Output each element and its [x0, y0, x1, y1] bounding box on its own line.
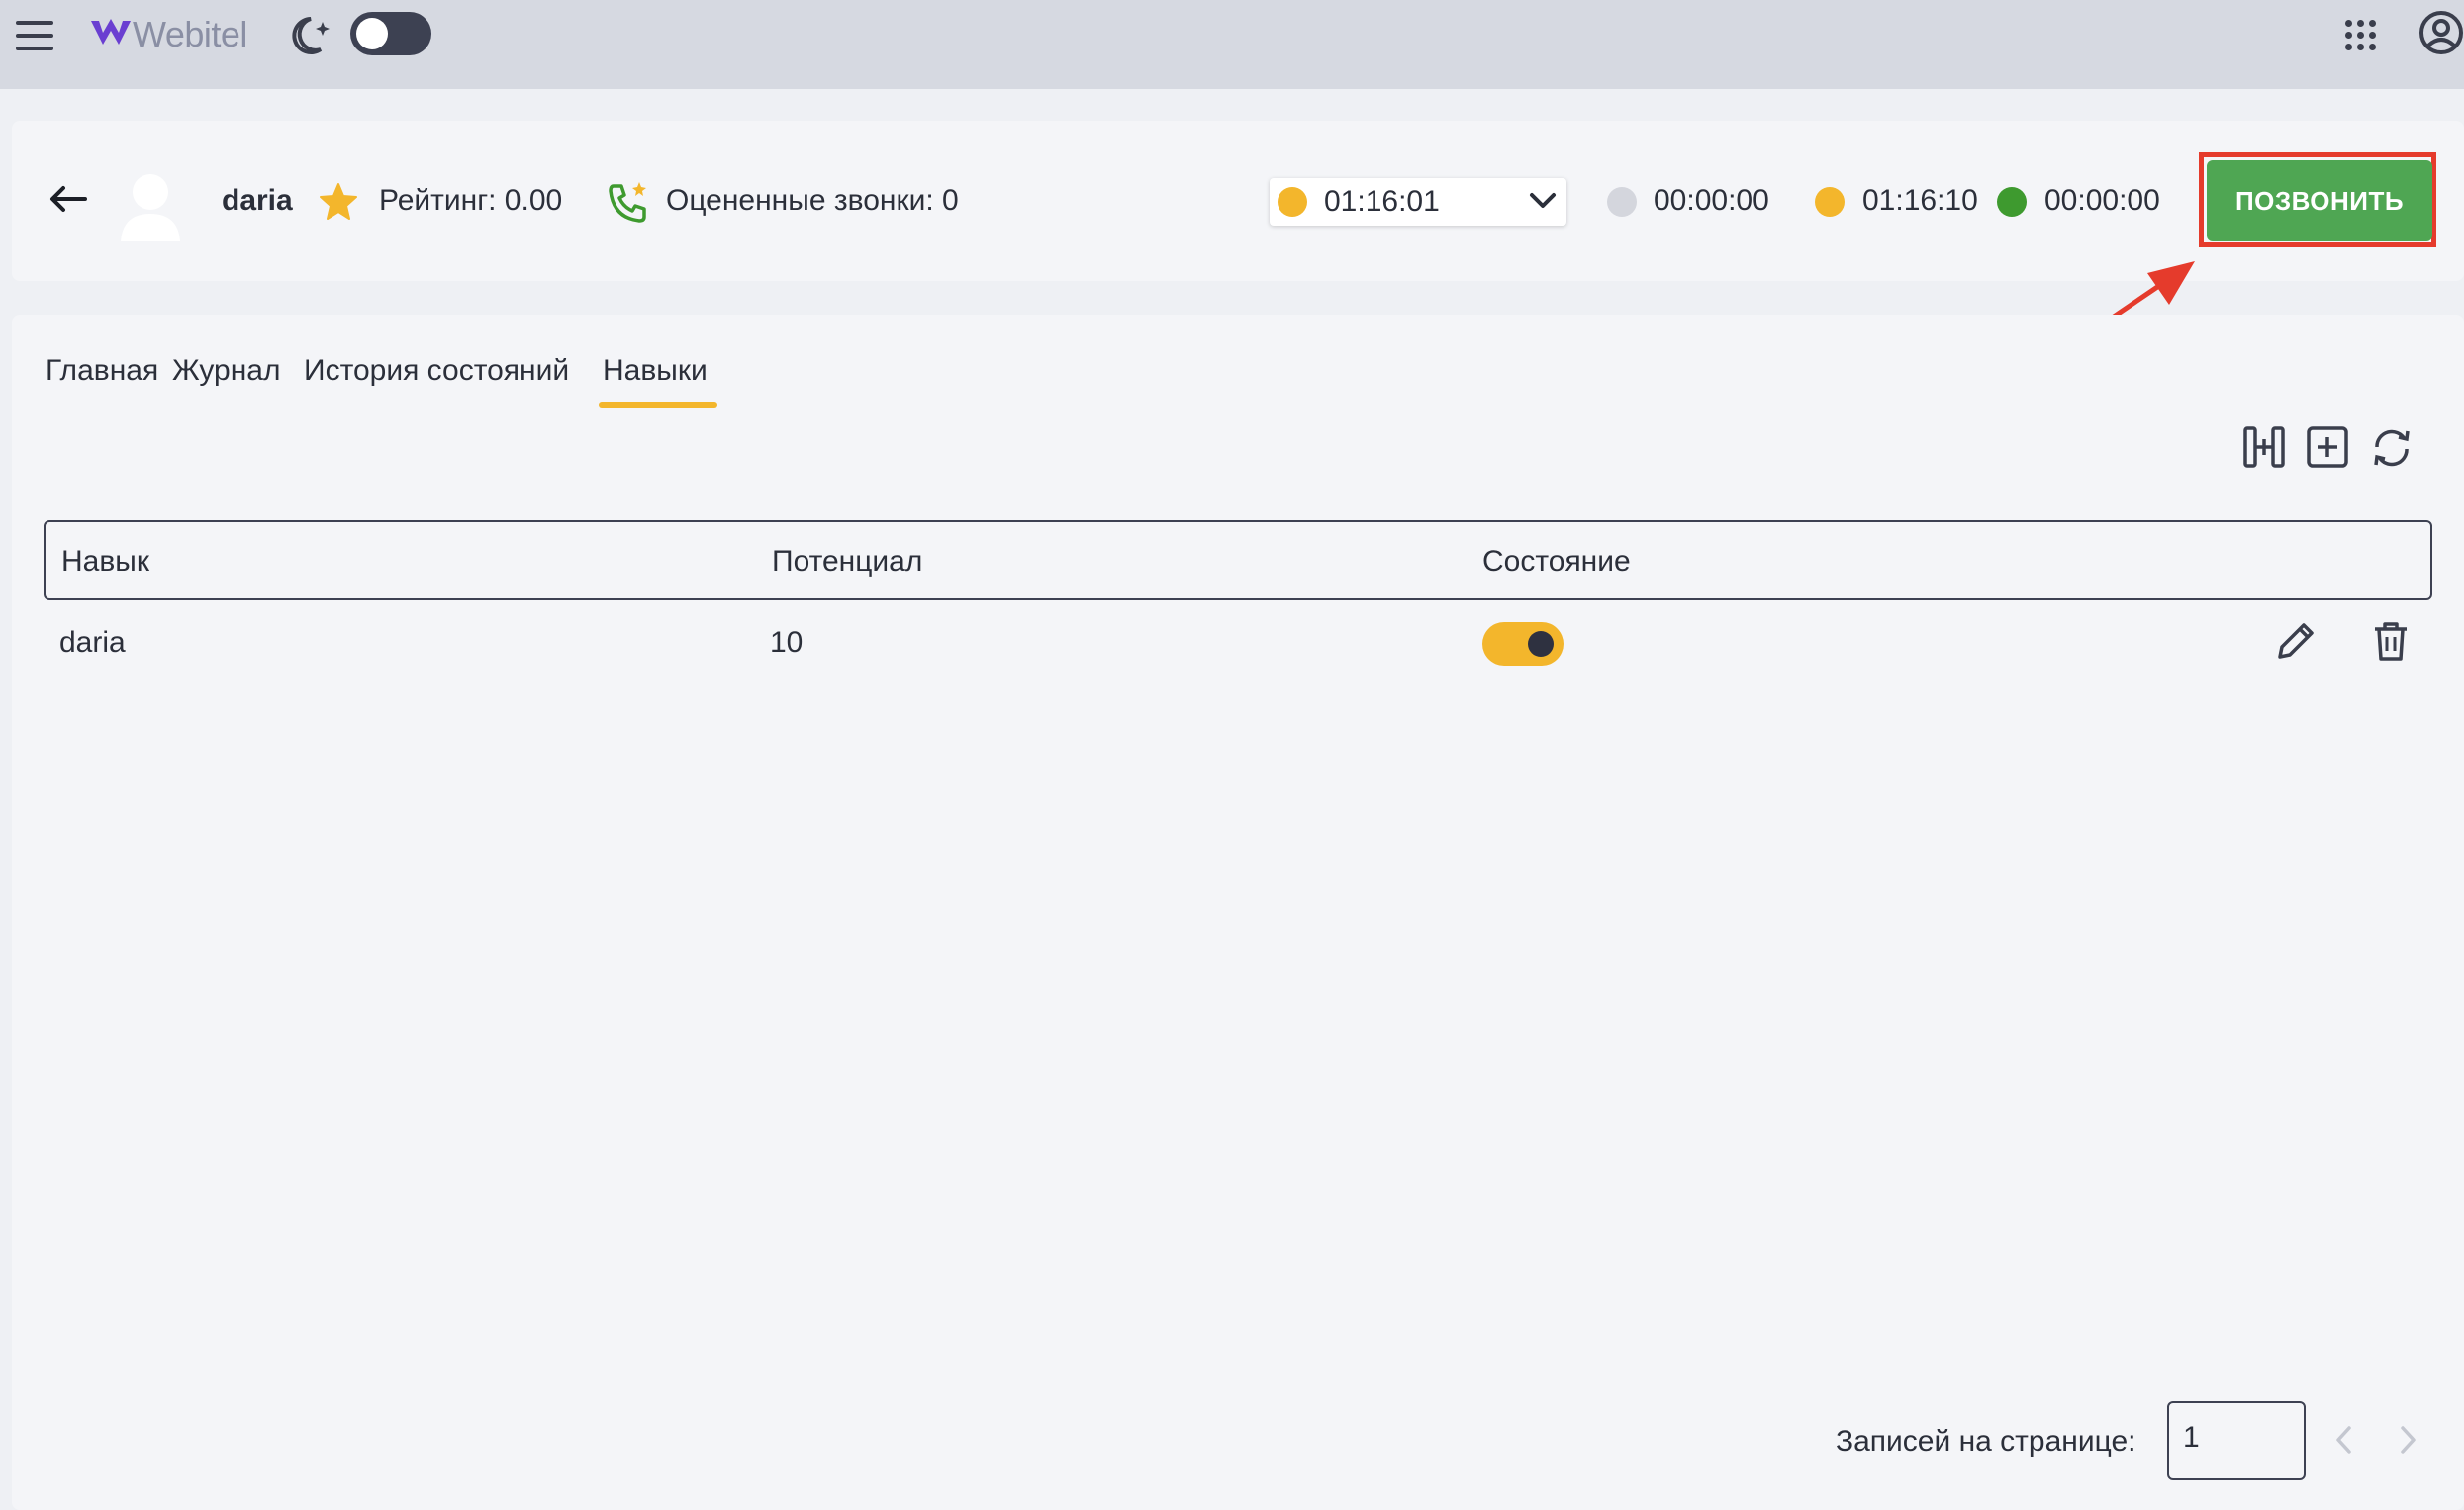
timer-pause: 01:16:10 — [1862, 184, 1978, 217]
add-icon[interactable] — [2306, 425, 2349, 469]
per-page-input[interactable]: 1 — [2167, 1401, 2306, 1480]
chevron-down-icon — [1529, 190, 1557, 212]
next-page-icon[interactable] — [2395, 1423, 2420, 1457]
back-arrow-icon[interactable] — [47, 184, 87, 214]
phone-star-icon — [606, 180, 651, 226]
tab-journal[interactable]: Журнал — [172, 354, 280, 388]
timer-dot-offline — [1607, 187, 1637, 217]
agent-name: daria — [222, 184, 293, 217]
avatar — [119, 170, 182, 243]
timer-dot-online — [1997, 187, 2027, 217]
row-potential: 10 — [770, 626, 804, 659]
rating-label: Рейтинг: 0.00 — [379, 184, 563, 217]
user-account-icon[interactable] — [2418, 10, 2464, 55]
table-header — [44, 520, 2432, 600]
timer-offline: 00:00:00 — [1654, 184, 1769, 217]
tab-skills[interactable]: Навыки — [603, 354, 708, 388]
tab-state-history[interactable]: История состояний — [304, 354, 569, 388]
theme-toggle[interactable] — [350, 12, 431, 55]
refresh-icon[interactable] — [2369, 425, 2415, 471]
webitel-logo[interactable]: Webitel — [89, 14, 247, 55]
rated-calls-label: Оцененные звонки: 0 — [666, 184, 959, 217]
column-settings-icon[interactable] — [2242, 425, 2286, 469]
call-button[interactable]: ПОЗВОНИТЬ — [2207, 160, 2432, 241]
moon-icon[interactable] — [291, 12, 336, 57]
row-state-toggle[interactable] — [1482, 622, 1564, 666]
row-skill: daria — [59, 626, 126, 659]
logo-mark-icon — [89, 15, 133, 54]
prev-page-icon[interactable] — [2331, 1423, 2357, 1457]
status-dot — [1278, 187, 1307, 217]
logo-text: Webitel — [133, 14, 247, 54]
edit-icon[interactable] — [2274, 619, 2318, 663]
status-select-time: 01:16:01 — [1324, 185, 1440, 218]
tab-main[interactable]: Главная — [46, 354, 158, 388]
delete-icon[interactable] — [2371, 619, 2411, 663]
skills-panel — [12, 315, 2464, 1510]
active-tab-indicator — [599, 402, 717, 408]
apps-grid-icon[interactable] — [2345, 20, 2377, 51]
menu-icon[interactable] — [14, 16, 57, 55]
row-state-toggle-knob — [1528, 631, 1554, 657]
table-row — [44, 606, 2432, 683]
theme-toggle-knob — [356, 18, 388, 49]
timer-online: 00:00:00 — [2044, 184, 2160, 217]
per-page-label: Записей на странице: — [1836, 1425, 2136, 1458]
status-select[interactable]: 01:16:01 — [1270, 178, 1566, 226]
column-header-potential[interactable]: Потенциал — [772, 545, 922, 579]
star-icon — [319, 182, 358, 220]
column-header-skill[interactable]: Навык — [61, 545, 149, 579]
timer-dot-pause — [1815, 187, 1845, 217]
column-header-state[interactable]: Состояние — [1482, 545, 1631, 579]
